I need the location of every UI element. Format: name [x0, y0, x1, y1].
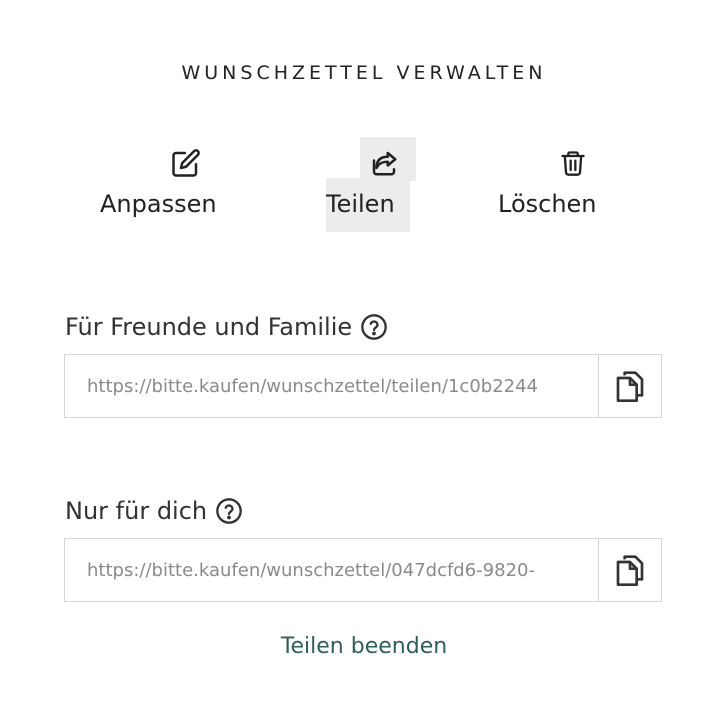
edit-icon	[170, 147, 202, 179]
delete-label: Löschen	[498, 190, 597, 218]
copy-button[interactable]	[598, 355, 661, 417]
trash-icon	[557, 147, 589, 179]
friends-family-text: Für Freunde und Familie	[65, 313, 353, 341]
friends-family-label: Für Freunde und Familie	[65, 313, 388, 341]
only-you-link-input[interactable]	[65, 539, 598, 601]
copy-icon	[614, 552, 646, 588]
share-button[interactable]: Teilen	[326, 145, 416, 225]
share-icon	[368, 147, 400, 179]
only-you-link-field	[64, 538, 662, 602]
end-sharing-link[interactable]: Teilen beenden	[0, 634, 706, 659]
edit-button[interactable]: Anpassen	[100, 145, 230, 225]
help-icon[interactable]	[360, 313, 388, 341]
page-title: WUNSCHZETTEL VERWALTEN	[181, 62, 547, 84]
delete-button[interactable]: Löschen	[498, 145, 608, 225]
help-icon[interactable]	[215, 497, 243, 525]
friends-family-link-input[interactable]	[65, 355, 598, 417]
only-you-text: Nur für dich	[65, 497, 208, 525]
edit-label: Anpassen	[100, 190, 217, 218]
only-you-label: Nur für dich	[65, 497, 243, 525]
copy-icon	[614, 368, 646, 404]
friends-family-link-field	[64, 354, 662, 418]
share-label: Teilen	[326, 190, 395, 218]
copy-button[interactable]	[598, 539, 661, 601]
